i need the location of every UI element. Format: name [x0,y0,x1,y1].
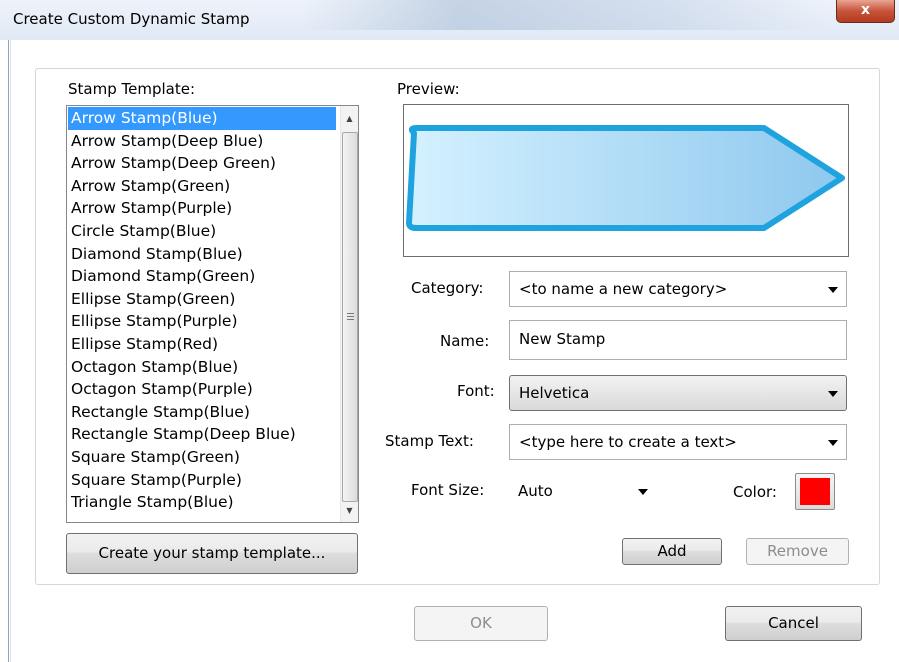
font-label: Font: [457,382,495,400]
name-input[interactable]: New Stamp [509,320,847,360]
stamp-template-item[interactable]: Circle Stamp(Blue) [68,220,336,243]
stamp-template-item[interactable]: Triangle Stamp(Blue) [68,491,336,514]
font-value: Helvetica [519,384,590,402]
chevron-down-icon [828,391,838,397]
color-label: Color: [733,483,777,501]
category-dropdown[interactable]: <to name a new category> [509,271,847,307]
arrow-stamp-preview-graphic [406,125,845,231]
remove-button[interactable]: Remove [746,538,849,565]
window-title: Create Custom Dynamic Stamp [13,10,250,28]
add-button[interactable]: Add [622,538,722,565]
scroll-up-icon[interactable]: ▲ [341,110,358,127]
stamp-template-items: Arrow Stamp(Blue) Arrow Stamp(Deep Blue) A… [68,107,336,514]
font-size-value: Auto [518,482,553,500]
category-label: Category: [411,279,484,297]
window-border-inner [10,40,11,662]
stamp-preview [403,104,849,257]
stamp-template-item[interactable]: Arrow Stamp(Deep Green) [68,152,336,175]
font-size-dropdown[interactable]: Auto [509,473,657,509]
stamp-text-label: Stamp Text: [385,432,474,450]
stamp-template-item[interactable]: Ellipse Stamp(Purple) [68,310,336,333]
stamp-template-label: Stamp Template: [68,80,195,98]
stamp-template-item[interactable]: Arrow Stamp(Deep Blue) [68,130,336,153]
stamp-text-value: <type here to create a text> [519,433,737,451]
stamp-template-item[interactable]: Arrow Stamp(Blue) [68,107,336,130]
color-picker-button[interactable] [795,473,835,510]
chevron-down-icon [638,489,648,495]
font-size-label: Font Size: [411,481,485,499]
name-value: New Stamp [519,330,606,348]
stamp-template-item[interactable]: Octagon Stamp(Purple) [68,378,336,401]
window-border [8,40,9,662]
stamp-template-item[interactable]: Diamond Stamp(Green) [68,265,336,288]
stamp-template-item[interactable]: Diamond Stamp(Blue) [68,243,336,266]
title-bar-background [300,0,830,30]
scroll-thumb[interactable] [342,132,358,502]
stamp-template-item[interactable]: Square Stamp(Purple) [68,469,336,492]
stamp-template-item[interactable]: Arrow Stamp(Green) [68,175,336,198]
create-template-button[interactable]: Create your stamp template... [66,533,358,574]
ok-button[interactable]: OK [414,606,548,641]
preview-label: Preview: [397,80,460,98]
stamp-template-item[interactable]: Arrow Stamp(Purple) [68,197,336,220]
stamp-template-item[interactable]: Octagon Stamp(Blue) [68,356,336,379]
close-button[interactable]: x [836,0,895,23]
color-swatch [800,478,830,505]
chevron-down-icon [828,287,838,293]
grip-line [347,319,354,320]
category-value: <to name a new category> [519,280,728,298]
chevron-down-icon [828,440,838,446]
stamp-template-item[interactable]: Rectangle Stamp(Blue) [68,401,336,424]
grip-line [347,313,354,314]
grip-line [347,316,354,317]
scroll-down-icon[interactable]: ▼ [341,502,358,519]
name-label: Name: [440,332,490,350]
cancel-button[interactable]: Cancel [725,606,862,641]
stamp-template-item[interactable]: Ellipse Stamp(Red) [68,333,336,356]
stamp-text-dropdown[interactable]: <type here to create a text> [509,424,847,460]
stamp-template-item[interactable]: Square Stamp(Green) [68,446,336,469]
list-scrollbar[interactable]: ▲ ▼ [340,106,358,522]
title-bar: Create Custom Dynamic Stamp [0,0,899,40]
stamp-template-list[interactable]: Arrow Stamp(Blue) Arrow Stamp(Deep Blue) A… [66,105,359,523]
stamp-template-item[interactable]: Rectangle Stamp(Deep Blue) [68,423,336,446]
font-dropdown[interactable]: Helvetica [509,375,847,411]
stamp-template-item[interactable]: Ellipse Stamp(Green) [68,288,336,311]
